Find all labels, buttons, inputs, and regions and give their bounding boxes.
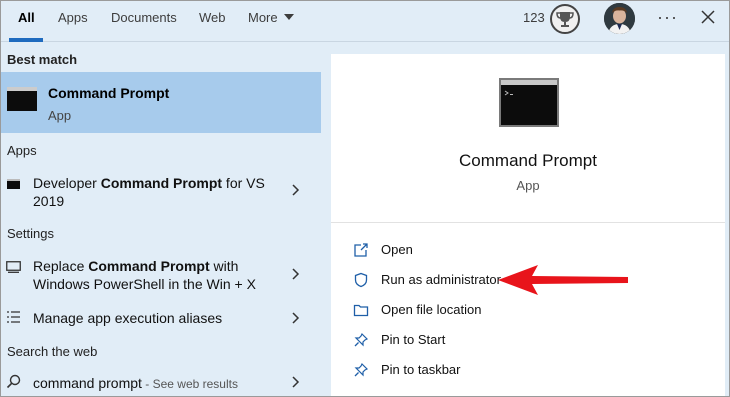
chevron-down-icon — [283, 14, 294, 20]
open-file-location-action[interactable]: Open file location — [331, 295, 725, 325]
search-tabs-bar: All Apps Documents Web More 123 ··· — [0, 0, 730, 42]
preview-subtitle: App — [516, 178, 540, 193]
pin-icon — [354, 332, 369, 347]
more-options-icon[interactable]: ··· — [657, 0, 678, 34]
chevron-right-icon — [292, 184, 300, 196]
pin-icon — [354, 362, 369, 377]
preview-title: Command Prompt — [459, 151, 597, 170]
best-match-title: Command Prompt — [48, 85, 170, 101]
trophy-icon[interactable] — [550, 4, 580, 34]
action-label: Run as administrator — [381, 272, 501, 287]
command-prompt-icon — [7, 179, 20, 189]
chevron-right-icon — [292, 268, 300, 280]
section-settings: Settings — [7, 226, 54, 241]
active-tab-indicator — [9, 38, 43, 42]
list-item-manage-aliases[interactable]: Manage app execution aliases — [0, 306, 321, 332]
folder-icon — [353, 304, 369, 317]
avatar[interactable] — [604, 3, 635, 34]
section-best-match: Best match — [7, 52, 78, 67]
action-label: Pin to taskbar — [381, 362, 461, 377]
best-match-result[interactable]: Command Prompt App — [0, 72, 321, 133]
result-label: command prompt - See web results — [33, 375, 238, 391]
divider — [331, 222, 725, 223]
action-label: Open — [381, 242, 413, 257]
section-apps: Apps — [7, 143, 37, 158]
command-prompt-icon — [7, 87, 37, 111]
search-icon — [6, 374, 21, 389]
chevron-right-icon — [292, 376, 300, 388]
shield-icon — [354, 272, 368, 288]
list-item-developer-command-prompt[interactable]: Developer Command Prompt for VS 2019 — [0, 171, 321, 211]
pin-to-start-action[interactable]: Pin to Start — [331, 325, 725, 355]
result-label: Manage app execution aliases — [33, 310, 223, 326]
tab-apps[interactable]: Apps — [58, 0, 88, 42]
results-panel: Best match Command Prompt App Apps Devel… — [0, 43, 331, 397]
action-label: Open file location — [381, 302, 482, 317]
tab-more-label: More — [248, 10, 278, 25]
best-match-subtitle: App — [48, 108, 72, 123]
result-label: Developer Command Prompt for VS 2019 — [33, 175, 265, 209]
tab-documents[interactable]: Documents — [111, 0, 177, 42]
action-label: Pin to Start — [381, 332, 446, 347]
open-action[interactable]: Open — [331, 235, 725, 265]
list-item-web-search[interactable]: command prompt - See web results — [0, 371, 321, 395]
list-item-replace-command-prompt[interactable]: Replace Command Prompt with Windows Powe… — [0, 254, 321, 294]
tab-more[interactable]: More — [248, 0, 294, 42]
preview-panel: Command Prompt App Open Run as administr… — [331, 54, 725, 397]
settings-display-icon — [6, 261, 21, 273]
pin-to-taskbar-action[interactable]: Pin to taskbar — [331, 355, 725, 385]
command-prompt-icon — [499, 78, 559, 127]
annotation-arrow-icon — [498, 265, 628, 295]
list-settings-icon — [7, 311, 20, 323]
close-icon[interactable] — [700, 9, 716, 25]
result-label: Replace Command Prompt with Windows Powe… — [33, 258, 256, 292]
open-icon — [354, 243, 368, 257]
chevron-right-icon — [292, 312, 300, 324]
tab-all[interactable]: All — [18, 0, 35, 42]
tab-web[interactable]: Web — [199, 0, 226, 42]
section-search-web: Search the web — [7, 344, 98, 359]
rewards-points: 123 — [523, 10, 545, 25]
